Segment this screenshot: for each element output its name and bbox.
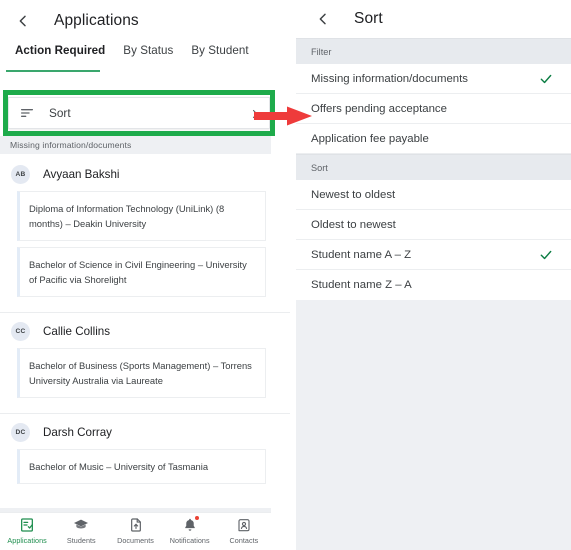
student-header[interactable]: AB Avyaan Bakshi [0, 156, 290, 191]
notifications-bell-icon [182, 516, 199, 533]
nav-label-contacts: Contacts [229, 536, 259, 545]
contacts-icon [236, 517, 252, 533]
application-card[interactable]: Bachelor of Music – University of Tasman… [17, 449, 266, 484]
student-name: Callie Collins [43, 325, 111, 338]
student-name: Avyaan Bakshi [43, 168, 120, 181]
filter-option-label: Application fee payable [311, 132, 429, 145]
section-header-label: Missing information/documents [10, 140, 132, 150]
tab-action-required[interactable]: Action Required [6, 41, 114, 57]
nav-item-documents[interactable]: Documents [108, 517, 162, 545]
sort-group-label: Sort [311, 162, 328, 173]
back-chevron-icon[interactable] [314, 10, 332, 28]
chevron-right-icon [249, 107, 261, 119]
nav-item-contacts[interactable]: Contacts [217, 517, 271, 545]
bottom-navigation-bar: Applications Students Documents Notifica… [0, 512, 271, 550]
active-tab-underline [6, 70, 100, 72]
sort-option-student-name-z-a[interactable]: Student name Z – A [296, 270, 571, 300]
application-card[interactable]: Bachelor of Business (Sports Management)… [17, 348, 266, 398]
student-application-list: AB Avyaan Bakshi Diploma of Information … [0, 156, 290, 506]
list-item: AB Avyaan Bakshi Diploma of Information … [0, 156, 290, 313]
sort-button[interactable]: Sort [8, 97, 270, 129]
filter-option-missing-information[interactable]: Missing information/documents [296, 64, 571, 94]
tab-by-student[interactable]: By Student [182, 41, 257, 57]
section-header-missing-info: Missing information/documents [0, 136, 271, 154]
avatar: AB [11, 165, 30, 184]
filter-option-label: Missing information/documents [311, 72, 469, 85]
notification-badge [194, 516, 199, 520]
sort-option-student-name-a-z[interactable]: Student name A – Z [296, 240, 571, 270]
sort-icon [19, 105, 35, 121]
check-icon [539, 72, 553, 86]
filter-option-label: Offers pending acceptance [311, 102, 447, 115]
sort-option-oldest-to-newest[interactable]: Oldest to newest [296, 210, 571, 240]
tab-by-status[interactable]: By Status [114, 41, 182, 57]
student-header[interactable]: CC Callie Collins [0, 313, 290, 348]
nav-label-documents: Documents [117, 536, 154, 545]
list-item: DC Darsh Corray Bachelor of Music – Univ… [0, 414, 290, 499]
filter-option-offers-pending-acceptance[interactable]: Offers pending acceptance [296, 94, 571, 124]
sort-option-label: Oldest to newest [311, 218, 396, 231]
sort-group-header: Sort [296, 154, 571, 180]
sort-panel-header: Sort [296, 0, 571, 38]
filter-group-header: Filter [296, 38, 571, 64]
avatar: CC [11, 322, 30, 341]
filter-group-label: Filter [311, 46, 332, 57]
page-title: Applications [54, 11, 139, 29]
sort-button-label: Sort [49, 106, 71, 120]
nav-label-notifications: Notifications [169, 536, 210, 545]
tabbar: Action Required By Status By Student [0, 41, 290, 75]
filter-option-application-fee-payable[interactable]: Application fee payable [296, 124, 571, 154]
student-header[interactable]: DC Darsh Corray [0, 414, 290, 449]
avatar: DC [11, 423, 30, 442]
nav-label-applications: Applications [7, 536, 47, 545]
students-graduation-cap-icon [73, 517, 89, 533]
documents-icon [128, 517, 144, 533]
nav-label-students: Students [66, 536, 96, 545]
sort-option-label: Newest to oldest [311, 188, 396, 201]
sort-option-label: Student name Z – A [311, 279, 412, 291]
applications-icon [19, 517, 35, 533]
application-card[interactable]: Diploma of Information Technology (UniLi… [17, 191, 266, 241]
student-name: Darsh Corray [43, 426, 112, 439]
left-app-header: Applications [0, 0, 290, 41]
back-chevron-icon[interactable] [14, 12, 32, 30]
sort-option-label: Student name A – Z [311, 248, 412, 261]
nav-item-applications[interactable]: Applications [0, 517, 54, 545]
nav-item-notifications[interactable]: Notifications [163, 516, 217, 545]
nav-item-students[interactable]: Students [54, 517, 108, 545]
sort-panel: Sort Filter Missing information/document… [296, 0, 571, 550]
sort-panel-title: Sort [354, 10, 383, 27]
list-item: CC Callie Collins Bachelor of Business (… [0, 313, 290, 414]
application-card[interactable]: Bachelor of Science in Civil Engineering… [17, 247, 266, 297]
sort-option-newest-to-oldest[interactable]: Newest to oldest [296, 180, 571, 210]
check-icon [539, 248, 553, 262]
applications-panel: Applications Action Required By Status B… [0, 0, 290, 550]
